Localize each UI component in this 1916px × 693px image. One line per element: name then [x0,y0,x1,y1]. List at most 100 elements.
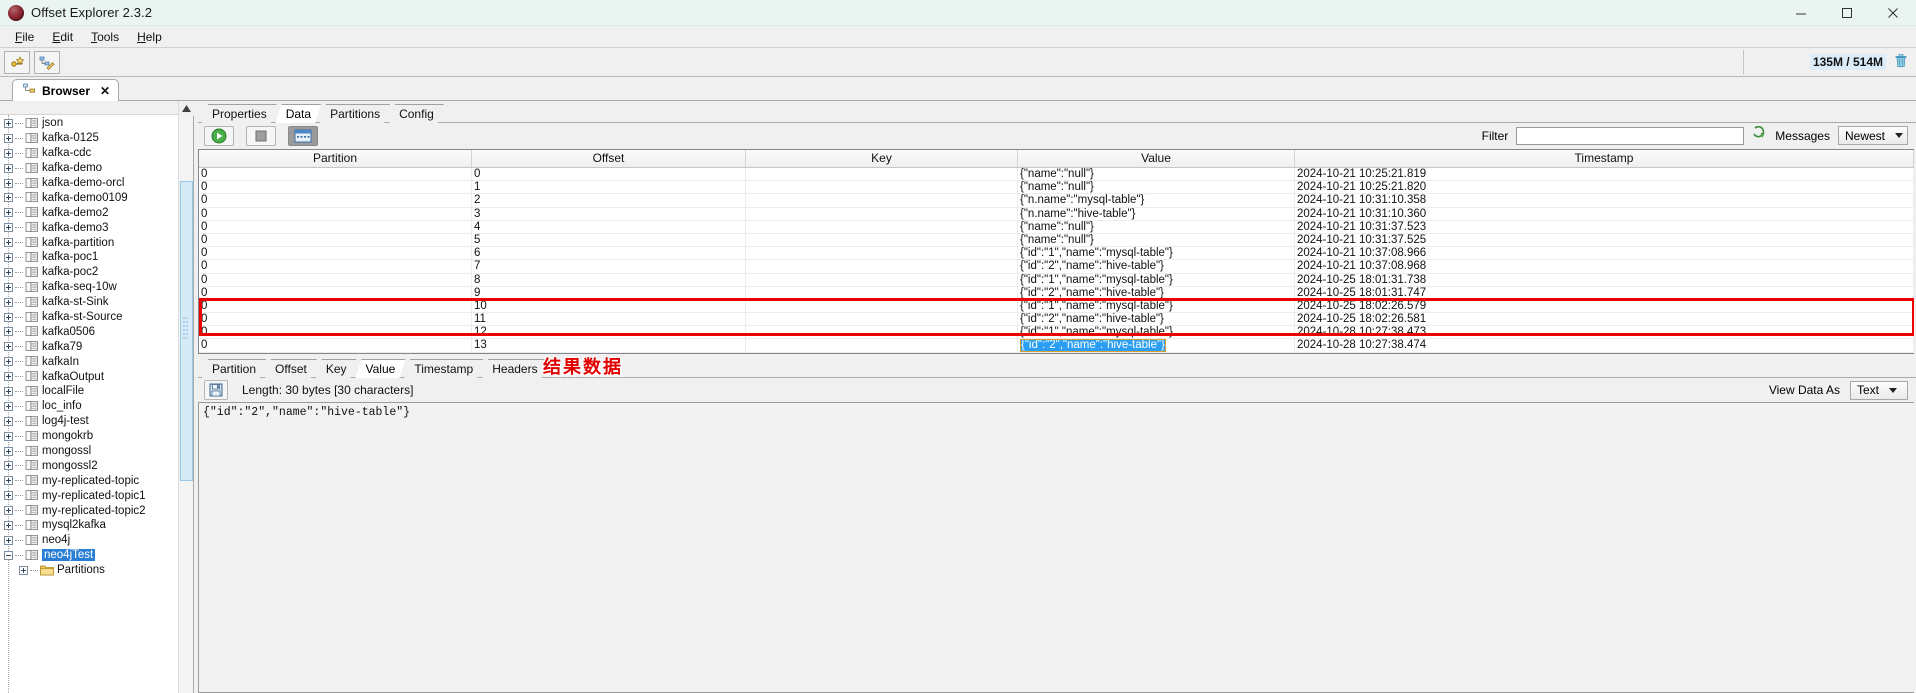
table-row[interactable]: 0 8 {"id":"1","name":"mysql-table"} 2024-10… [199,273,1914,287]
column-header-partition[interactable]: Partition [199,150,472,167]
tree-item-mongossl2[interactable]: mongossl2 [0,458,193,473]
expand-plus-icon[interactable] [4,416,13,426]
tree-item-my-replicated-topic1[interactable]: my-replicated-topic1 [0,488,193,503]
cell-offset[interactable]: 2 [472,194,746,207]
expand-plus-icon[interactable] [4,193,13,203]
expand-plus-icon[interactable] [4,223,13,233]
table-row[interactable]: 0 4 {"name":"null"} 2024-10-21 10:31:37.523 [199,220,1914,234]
expand-plus-icon[interactable] [4,297,13,307]
cell-partition[interactable]: 0 [199,326,472,339]
cell-value[interactable]: {"id":"2","name":"hive-table"} [1018,313,1295,326]
expand-plus-icon[interactable] [4,476,13,486]
filter-input[interactable] [1516,126,1745,145]
value-content-textarea[interactable]: {"id":"2","name":"hive-table"} [198,402,1914,693]
cell-value[interactable]: {"name":"null"} [1018,181,1295,194]
expand-plus-icon[interactable] [4,372,13,382]
cell-partition[interactable]: 0 [199,181,472,194]
expand-plus-icon[interactable] [4,401,13,411]
messages-grid[interactable]: Partition Offset Key Value Timestamp 0 0{… [198,149,1914,354]
detail-tab-value[interactable]: Value [356,359,406,378]
tree-item-log4j-test[interactable]: log4j-test [0,414,193,429]
column-header-offset[interactable]: Offset [472,150,746,167]
cell-timestamp[interactable]: 2024-10-21 10:37:08.968 [1295,260,1914,273]
edit-cluster-icon[interactable] [34,50,60,74]
cell-partition[interactable]: 0 [199,233,472,247]
cell-timestamp[interactable]: 2024-10-21 10:25:21.819 [1295,168,1914,181]
tree-item-kafkain[interactable]: kafkaIn [0,354,193,369]
tree-item-kafka-cdc[interactable]: kafka-cdc [0,146,193,161]
expand-plus-icon[interactable] [4,446,13,456]
add-cluster-icon[interactable] [4,50,30,74]
scroll-up-arrow[interactable] [179,101,194,116]
tree-item-kafka-st-sink[interactable]: kafka-st-Sink [0,295,193,310]
tree-item-kafka-seq-10w[interactable]: kafka-seq-10w [0,280,193,295]
expand-plus-icon[interactable] [4,491,13,501]
play-icon[interactable] [204,125,234,146]
cell-key[interactable] [746,220,1018,233]
cell-key[interactable] [746,194,1018,207]
columns-icon[interactable] [288,125,318,146]
cell-offset[interactable]: 9 [472,286,746,299]
table-row[interactable]: 0 7 {"id":"2","name":"hive-table"} 2024-10-… [199,260,1914,274]
cell-partition[interactable]: 0 [199,168,472,181]
expand-plus-icon[interactable] [19,565,28,575]
menu-help[interactable]: Help [128,28,171,46]
tree-item-kafka-partition[interactable]: kafka-partition [0,235,193,250]
view-data-as-select[interactable]: Text [1850,380,1908,400]
table-row[interactable]: 0 10 {"id":"1","name":"mysql-table"} 2024-1… [199,299,1914,314]
cell-key[interactable] [746,233,1018,247]
cell-value[interactable]: {"id":"1","name":"mysql-table"} [1018,247,1295,260]
tab-config[interactable]: Config [389,104,444,123]
cell-timestamp[interactable]: 2024-10-25 18:01:31.738 [1295,273,1914,286]
tree-item-kafka-demo3[interactable]: kafka-demo3 [0,220,193,235]
expand-plus-icon[interactable] [4,342,13,352]
cell-value[interactable]: {"id":"2","name":"hive-table"} [1018,286,1295,299]
table-row[interactable]: 0 12 {"id":"1","name":"mysql-table"} 2024-1… [199,326,1914,340]
tree-item-kafka-demo-orcl[interactable]: kafka-demo-orcl [0,176,193,191]
tree-item-json[interactable]: json [0,116,193,131]
cell-key[interactable] [746,299,1018,313]
tree-item-kafka-demo2[interactable]: kafka-demo2 [0,205,193,220]
expand-plus-icon[interactable] [4,178,13,188]
cell-partition[interactable]: 0 [199,247,472,260]
tree-item-kafka-demo0109[interactable]: kafka-demo0109 [0,190,193,205]
cell-offset[interactable]: 11 [472,313,746,326]
tree-item-kafka-st-source[interactable]: kafka-st-Source [0,310,193,325]
table-row[interactable]: 0 11 {"id":"2","name":"hive-table"} 2024-10… [199,313,1914,327]
tree-item-mongokrb[interactable]: mongokrb [0,429,193,444]
column-header-timestamp[interactable]: Timestamp [1295,150,1914,167]
expand-plus-icon[interactable] [4,252,13,262]
cell-offset[interactable]: 12 [472,326,746,339]
cell-timestamp[interactable]: 2024-10-21 10:31:37.523 [1295,220,1914,233]
tree-item-kafka79[interactable]: kafka79 [0,339,193,354]
table-row[interactable]: 0 9 {"id":"2","name":"hive-table"} 2024-10-… [199,286,1914,300]
tree-item-neo4j[interactable]: neo4j [0,533,193,548]
cell-key[interactable] [746,168,1018,181]
save-disk-icon[interactable] [204,380,228,400]
cell-value[interactable]: {"id":"1","name":"mysql-table"} [1018,273,1295,286]
cell-partition[interactable]: 0 [199,286,472,299]
tree-item-mongossl[interactable]: mongossl [0,444,193,459]
table-row[interactable]: 0 0 {"name":"null"} 2024-10-21 10:25:21.819 [199,168,1914,182]
expand-plus-icon[interactable] [4,133,13,143]
cell-key[interactable] [746,247,1018,260]
expand-plus-icon[interactable] [4,506,13,516]
cell-key[interactable] [746,207,1018,220]
tree-item-my-replicated-topic[interactable]: my-replicated-topic [0,473,193,488]
tab-partitions[interactable]: Partitions [320,104,390,123]
cell-timestamp[interactable]: 2024-10-25 18:02:26.579 [1295,299,1914,313]
tree-item-kafka0506[interactable]: kafka0506 [0,324,193,339]
tab-browser[interactable]: Browser ✕ [12,79,120,101]
cell-value[interactable]: {"name":"null"} [1018,168,1295,181]
cell-timestamp[interactable]: 2024-10-21 10:37:08.966 [1295,247,1914,260]
cell-timestamp[interactable]: 2024-10-28 10:27:38.474 [1295,339,1914,352]
tree-vertical-scrollbar[interactable] [178,101,194,693]
expand-plus-icon[interactable] [4,431,13,441]
memory-indicator[interactable]: 135M / 514M [1809,51,1908,73]
messages-order-select[interactable]: Newest [1837,126,1908,145]
tree-item-partitions[interactable]: Partitions [0,563,193,578]
cell-partition[interactable]: 0 [199,339,472,352]
cell-key[interactable] [746,313,1018,326]
cell-offset[interactable]: 10 [472,299,746,313]
cell-value[interactable]: {"name":"null"} [1018,233,1295,247]
